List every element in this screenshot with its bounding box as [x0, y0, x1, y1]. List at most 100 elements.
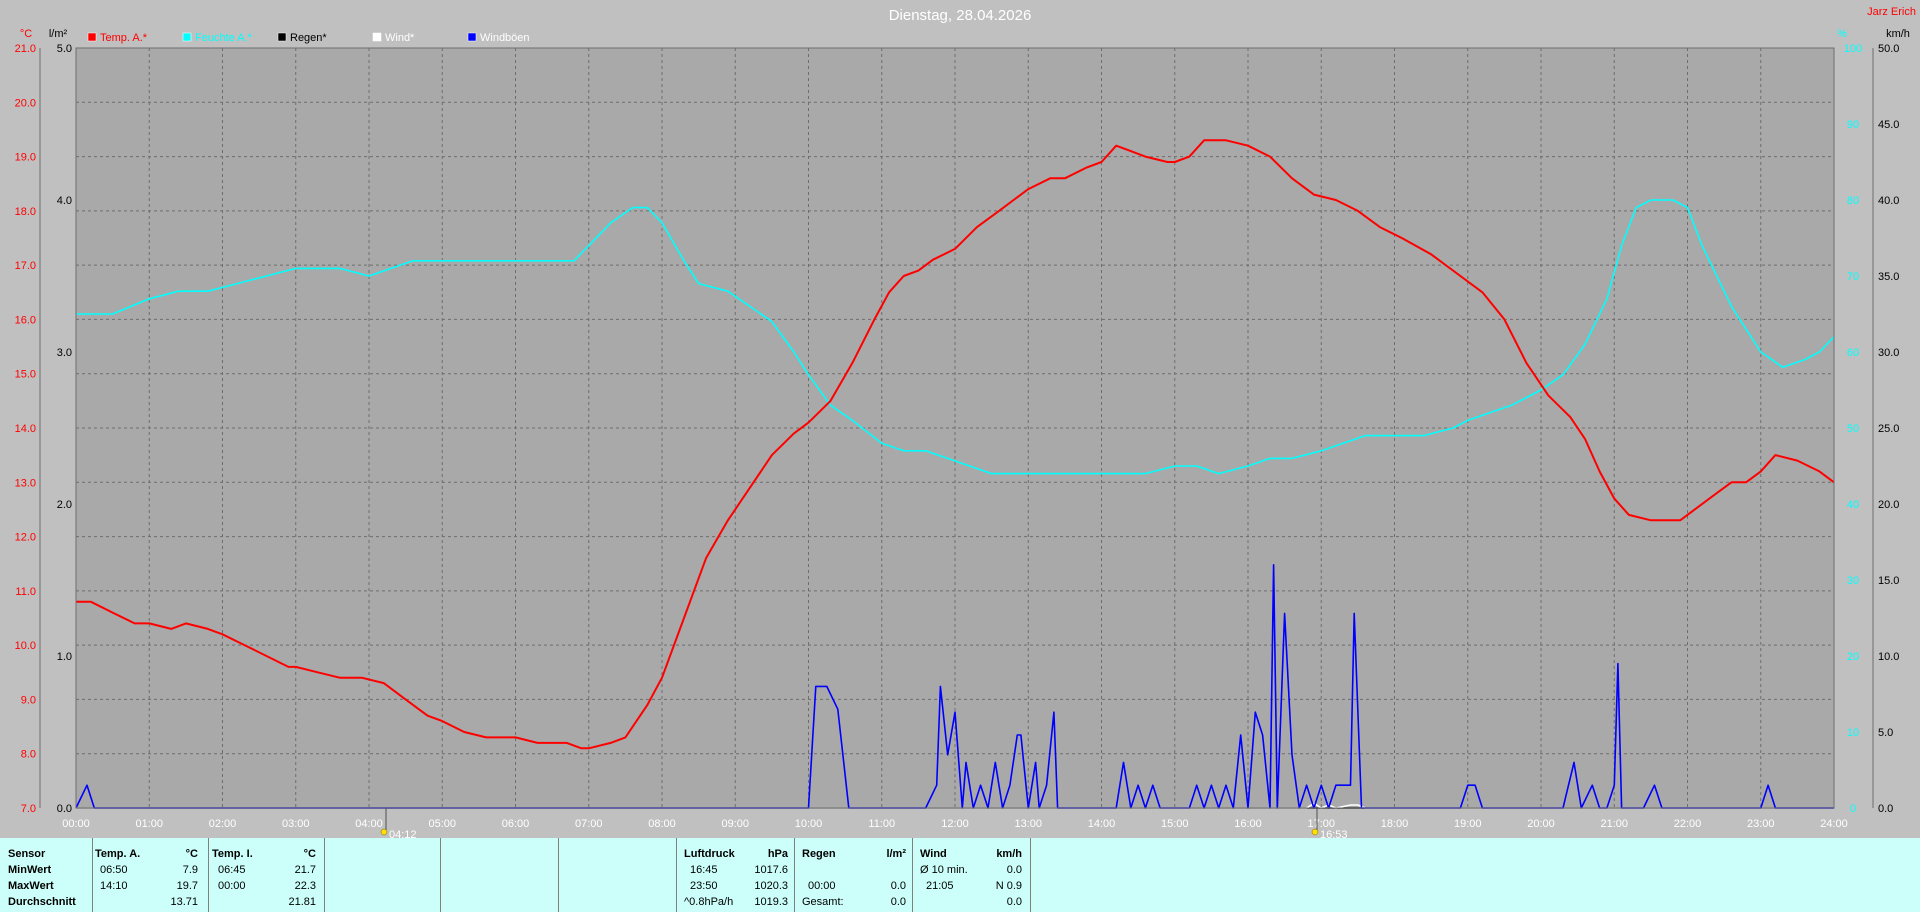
y-tick-label-rain: 2.0 [57, 499, 72, 511]
x-tick-label: 09:00 [721, 818, 749, 830]
y-tick-label-wind: 40.0 [1878, 195, 1899, 207]
y-tick-label-rain: 4.0 [57, 195, 72, 207]
y-tick-label-temp: 20.0 [15, 97, 36, 109]
y-tick-label-humidity: 10 [1847, 727, 1859, 739]
legend-temp-swatch [87, 32, 97, 42]
temp-a-avg: 13.71 [170, 896, 198, 908]
temp-a-min: 7.9 [182, 864, 198, 876]
x-tick-label: 11:00 [868, 818, 895, 830]
legend-temp-label: Temp. A.* [100, 32, 148, 44]
x-tick-label: 10:00 [795, 818, 823, 830]
x-tick-label: 02:00 [209, 818, 237, 830]
y-tick-label-humidity: 60 [1847, 347, 1859, 359]
pressure-trend: ^0.8hPa/h [684, 896, 734, 908]
legend-humidity-swatch [182, 32, 192, 42]
y-tick-label-wind: 20.0 [1878, 499, 1899, 511]
x-tick-label: 05:00 [428, 818, 456, 830]
rain-max-time: 00:00 [808, 880, 836, 892]
unit-rain: l/m² [49, 28, 68, 40]
pressure-max-time: 23:50 [690, 880, 718, 892]
row-label-max: MaxWert [8, 880, 54, 892]
y-tick-label-humidity: 0 [1850, 803, 1856, 815]
y-tick-label-humidity: 40 [1847, 499, 1859, 511]
legend-gust-swatch [467, 32, 477, 42]
pressure-unit: hPa [767, 848, 788, 860]
y-tick-label-wind: 30.0 [1878, 347, 1899, 359]
legend-wind-label: Wind* [385, 32, 415, 44]
y-tick-label-temp: 21.0 [15, 43, 36, 55]
temp-a-header: Temp. A. [95, 848, 141, 860]
unit-wind: km/h [1886, 28, 1910, 40]
rain-max: 0.0 [890, 880, 906, 892]
rain-total: 0.0 [890, 896, 906, 908]
x-tick-label: 21:00 [1600, 818, 1628, 830]
temp-i-avg: 21.81 [288, 896, 316, 908]
stats-separator [912, 838, 913, 912]
unit-humidity: % [1837, 28, 1847, 40]
pressure-min: 1017.6 [754, 864, 788, 876]
stats-separator [92, 838, 93, 912]
weather-chart: 00:00 01:00 02:00 03:00 04:00 05:00 06:00 07:00… [0, 0, 1920, 838]
sunrise-time: 04:12 [389, 829, 417, 838]
temp-i-min: 21.7 [294, 864, 316, 876]
x-tick-label: 01:00 [135, 818, 163, 830]
row-label-sensor: Sensor [8, 848, 46, 860]
sunset-icon [1311, 828, 1319, 836]
y-tick-label-rain: 5.0 [57, 43, 72, 55]
wind-min: 0.0 [1006, 864, 1022, 876]
y-tick-label-temp: 19.0 [15, 152, 36, 164]
y-tick-label-humidity: 50 [1847, 423, 1859, 435]
stats-separator [324, 838, 325, 912]
x-tick-label: 13:00 [1014, 818, 1042, 830]
rain-unit: l/m² [886, 848, 906, 860]
y-tick-label-rain: 3.0 [57, 347, 72, 359]
y-tick-label-wind: 50.0 [1878, 43, 1899, 55]
x-tick-label: 15:00 [1161, 818, 1189, 830]
legend-wind-swatch [372, 32, 382, 42]
pressure-max: 1020.3 [754, 880, 788, 892]
x-tick-label: 00:00 [62, 818, 90, 830]
y-tick-label-temp: 8.0 [21, 749, 36, 761]
wind-min-label: Ø 10 min. [920, 864, 968, 876]
rain-header: Regen [802, 848, 836, 860]
temp-i-max: 22.3 [294, 880, 316, 892]
y-tick-label-temp: 14.0 [15, 423, 36, 435]
temp-i-min-time: 06:45 [218, 864, 246, 876]
x-tick-label: 22:00 [1674, 818, 1702, 830]
y-tick-label-temp: 13.0 [15, 477, 36, 489]
y-tick-label-temp: 7.0 [21, 803, 36, 815]
x-tick-label: 18:00 [1381, 818, 1409, 830]
sunrise-icon [380, 828, 388, 836]
x-tick-label: 03:00 [282, 818, 310, 830]
wind-max: N 0.9 [995, 880, 1022, 892]
x-tick-label: 14:00 [1088, 818, 1116, 830]
row-label-min: MinWert [8, 864, 52, 876]
x-tick-label: 19:00 [1454, 818, 1482, 830]
row-label-avg: Durchschnitt [8, 896, 76, 908]
y-tick-label-humidity: 80 [1847, 195, 1859, 207]
temp-a-max-time: 14:10 [100, 880, 128, 892]
chart-title: Dienstag, 28.04.2026 [889, 7, 1032, 24]
x-tick-label: 08:00 [648, 818, 676, 830]
wind-unit: km/h [996, 848, 1022, 860]
y-tick-label-temp: 11.0 [15, 586, 36, 598]
x-tick-label: 16:00 [1234, 818, 1262, 830]
legend-gust-label: Windböen [480, 32, 530, 44]
stats-separator [440, 838, 441, 912]
y-tick-label-wind: 5.0 [1878, 727, 1893, 739]
x-tick-label: 24:00 [1820, 818, 1848, 830]
temp-a-min-time: 06:50 [100, 864, 128, 876]
wind-header: Wind [920, 848, 947, 860]
y-tick-label-humidity: 90 [1847, 119, 1859, 131]
y-tick-label-temp: 18.0 [15, 206, 36, 218]
temp-i-max-time: 00:00 [218, 880, 246, 892]
unit-temp: °C [20, 28, 32, 40]
x-tick-label: 06:00 [502, 818, 530, 830]
y-tick-label-wind: 35.0 [1878, 271, 1899, 283]
y-tick-label-temp: 15.0 [15, 369, 36, 381]
y-tick-label-wind: 0.0 [1878, 803, 1893, 815]
pressure-min-time: 16:45 [690, 864, 718, 876]
stats-separator [676, 838, 677, 912]
brand-label: Jarz Erich [1867, 6, 1916, 18]
pressure-header: Luftdruck [684, 848, 735, 860]
